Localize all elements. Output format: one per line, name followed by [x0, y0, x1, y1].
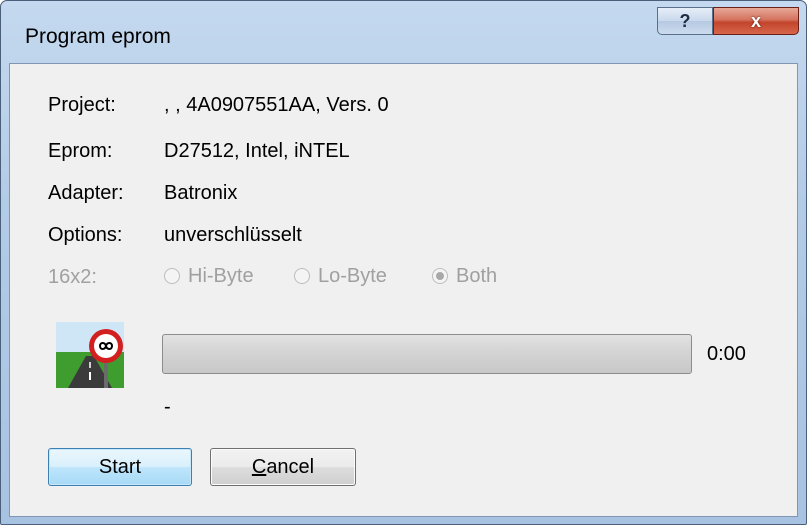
- help-button[interactable]: ?: [657, 7, 713, 35]
- cancel-button-label-rest: ancel: [266, 455, 315, 478]
- dialog-body: Project: , , 4A0907551AA, Vers. 0 Eprom:…: [9, 63, 798, 517]
- hi-byte-radio[interactable]: Hi-Byte: [164, 263, 254, 289]
- cancel-mnemonic: C: [251, 455, 267, 478]
- close-button[interactable]: x: [713, 7, 799, 35]
- lo-byte-radio-circle[interactable]: [294, 268, 310, 284]
- both-radio-label: Both: [456, 264, 498, 287]
- adapter-value: Batronix: [164, 182, 238, 204]
- project-value: , , 4A0907551AA, Vers. 0: [164, 94, 389, 116]
- cancel-button[interactable]: Cancel: [210, 448, 356, 486]
- status-text: -: [164, 396, 171, 418]
- lo-byte-radio[interactable]: Lo-Byte: [294, 263, 387, 289]
- options-label: Options:: [48, 224, 123, 246]
- eprom-label: Eprom:: [48, 140, 113, 162]
- lo-byte-radio-label: Lo-Byte: [318, 264, 387, 287]
- hi-byte-radio-circle[interactable]: [164, 268, 180, 284]
- both-radio-circle[interactable]: [432, 268, 448, 284]
- adapter-label: Adapter:: [48, 182, 124, 204]
- both-radio[interactable]: Both: [432, 263, 497, 289]
- options-value: unverschlüsselt: [164, 224, 302, 246]
- start-button-label: Start: [98, 455, 142, 478]
- progress-bar: [162, 334, 692, 374]
- project-label: Project:: [48, 94, 116, 116]
- elapsed-time: 0:00: [707, 343, 746, 365]
- no-limit-road-sign-icon: [56, 322, 124, 388]
- start-button[interactable]: Start: [48, 448, 192, 486]
- window-title: Program eprom: [25, 25, 171, 48]
- hi-byte-radio-label: Hi-Byte: [188, 264, 254, 287]
- byte-mode-label: 16x2:: [48, 266, 97, 288]
- title-bar[interactable]: Program eprom ? x: [1, 1, 806, 63]
- eprom-value: D27512, Intel, iNTEL: [164, 140, 350, 162]
- program-eprom-dialog: Program eprom ? x Project: , , 4A0907551…: [0, 0, 807, 525]
